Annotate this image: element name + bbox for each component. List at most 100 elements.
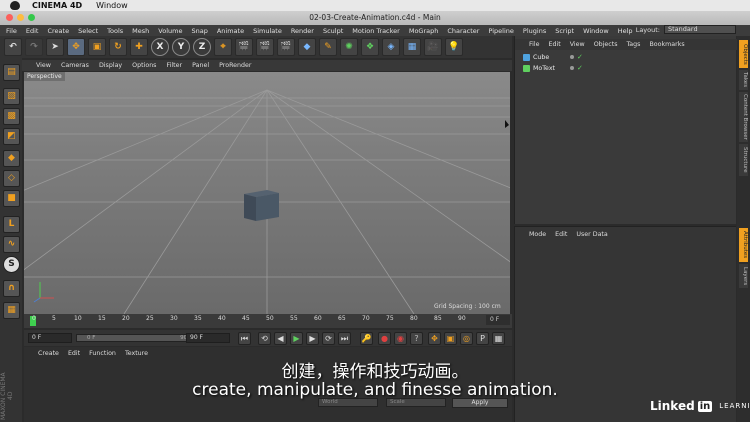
render-region-icon[interactable]: 🎬 bbox=[235, 38, 253, 56]
camera-icon[interactable]: 🎥 bbox=[424, 38, 442, 56]
record-icon[interactable]: ● bbox=[378, 332, 391, 345]
light-icon[interactable]: 💡 bbox=[445, 38, 463, 56]
om-menu-tags[interactable]: Tags bbox=[627, 41, 641, 48]
workplane-mode-icon[interactable]: ◩ bbox=[3, 128, 20, 145]
start-frame-field[interactable]: 0 F bbox=[28, 333, 72, 343]
am-menu-user-data[interactable]: User Data bbox=[576, 231, 607, 238]
keyframe-key-icon[interactable]: 🔑 bbox=[360, 332, 373, 345]
redo-icon[interactable]: ↷ bbox=[25, 38, 43, 56]
close-window-button[interactable] bbox=[6, 14, 13, 21]
y-axis-lock-button[interactable]: Y bbox=[172, 38, 190, 56]
points-mode-icon[interactable]: ◆ bbox=[3, 150, 20, 167]
rotate-tool-icon[interactable]: ↻ bbox=[109, 38, 127, 56]
make-editable-icon[interactable]: ▤ bbox=[3, 64, 20, 81]
menu-mograph[interactable]: MoGraph bbox=[409, 27, 439, 35]
go-to-end-icon[interactable]: ⏭ bbox=[338, 332, 351, 345]
vp-menu-panel[interactable]: Panel bbox=[192, 62, 209, 69]
scale-key-icon[interactable]: ▣ bbox=[444, 332, 457, 345]
menu-simulate[interactable]: Simulate bbox=[253, 27, 282, 35]
mat-menu-function[interactable]: Function bbox=[89, 350, 116, 357]
object-row-motext[interactable]: MoText ✓ bbox=[523, 63, 583, 73]
cube-primitive-icon[interactable]: ◆ bbox=[298, 38, 316, 56]
z-axis-lock-button[interactable]: Z bbox=[193, 38, 211, 56]
am-menu-edit[interactable]: Edit bbox=[555, 231, 567, 238]
menu-animate[interactable]: Animate bbox=[217, 27, 244, 35]
lock-icon[interactable]: ▦ bbox=[3, 302, 20, 319]
render-settings-icon[interactable]: 🎬 bbox=[277, 38, 295, 56]
step-forward-icon[interactable]: ▶ bbox=[306, 332, 319, 345]
menu-mesh[interactable]: Mesh bbox=[132, 27, 149, 35]
play-icon[interactable]: ▶ bbox=[290, 332, 303, 345]
menu-tools[interactable]: Tools bbox=[107, 27, 123, 35]
magnet-icon[interactable]: ∩ bbox=[3, 280, 20, 297]
om-menu-file[interactable]: File bbox=[529, 41, 540, 48]
go-to-start-icon[interactable]: ⏮ bbox=[238, 332, 251, 345]
end-frame-field[interactable]: 90 F bbox=[186, 333, 230, 343]
x-axis-lock-button[interactable]: X bbox=[151, 38, 169, 56]
spline-pen-icon[interactable]: ✎ bbox=[319, 38, 337, 56]
perspective-viewport[interactable] bbox=[24, 72, 510, 314]
deformer-icon[interactable]: ◈ bbox=[382, 38, 400, 56]
coordinate-system-icon[interactable]: ⌖ bbox=[214, 38, 232, 56]
menu-character[interactable]: Character bbox=[447, 27, 479, 35]
tab-takes[interactable]: Takes bbox=[739, 70, 748, 90]
menu-pipeline[interactable]: Pipeline bbox=[488, 27, 513, 35]
step-back-icon[interactable]: ◀ bbox=[274, 332, 287, 345]
previous-key-icon[interactable]: ⟲ bbox=[258, 332, 271, 345]
vp-menu-view[interactable]: View bbox=[36, 62, 51, 69]
current-frame-field[interactable]: 0 F bbox=[486, 315, 510, 325]
menu-plugins[interactable]: Plugins bbox=[523, 27, 546, 35]
apple-icon[interactable] bbox=[10, 1, 20, 10]
enabled-check-icon[interactable]: ✓ bbox=[577, 64, 583, 72]
om-menu-bookmarks[interactable]: Bookmarks bbox=[649, 41, 684, 48]
menu-snap[interactable]: Snap bbox=[191, 27, 207, 35]
vp-menu-filter[interactable]: Filter bbox=[166, 62, 182, 69]
tab-structure[interactable]: Structure bbox=[739, 144, 748, 176]
parameter-key-icon[interactable]: P bbox=[476, 332, 489, 345]
menu-window[interactable]: Window bbox=[583, 27, 609, 35]
app-name[interactable]: CINEMA 4D bbox=[32, 1, 82, 10]
autokey-icon[interactable]: ◉ bbox=[394, 332, 407, 345]
menu-volume[interactable]: Volume bbox=[158, 27, 182, 35]
timeline-ruler[interactable]: 0 5 10 15 20 25 30 35 40 45 50 55 60 65 … bbox=[24, 314, 512, 328]
tab-objects[interactable]: Objects bbox=[739, 40, 748, 68]
enabled-check-icon[interactable]: ✓ bbox=[577, 53, 583, 61]
next-key-icon[interactable]: ⟳ bbox=[322, 332, 335, 345]
rotation-key-icon[interactable]: ◎ bbox=[460, 332, 473, 345]
layer-dot-icon[interactable] bbox=[570, 66, 574, 70]
frame-range-slider[interactable]: 0 F 90 F bbox=[76, 334, 196, 342]
layout-dropdown[interactable]: Standard bbox=[664, 25, 736, 34]
am-menu-mode[interactable]: Mode bbox=[529, 231, 546, 238]
mograph-cloner-icon[interactable]: ❖ bbox=[361, 38, 379, 56]
texture-mode-icon[interactable]: ▩ bbox=[3, 108, 20, 125]
mat-menu-texture[interactable]: Texture bbox=[125, 350, 148, 357]
snap-icon[interactable]: S bbox=[3, 256, 20, 273]
menu-script[interactable]: Script bbox=[555, 27, 574, 35]
minimize-window-button[interactable] bbox=[17, 14, 24, 21]
menu-select[interactable]: Select bbox=[78, 27, 98, 35]
menu-create[interactable]: Create bbox=[47, 27, 69, 35]
edges-mode-icon[interactable]: ◇ bbox=[3, 170, 20, 187]
move-tool-icon[interactable]: ✥ bbox=[67, 38, 85, 56]
vp-menu-display[interactable]: Display bbox=[99, 62, 122, 69]
tab-attributes[interactable]: Attributes bbox=[739, 228, 748, 262]
om-menu-objects[interactable]: Objects bbox=[594, 41, 618, 48]
mat-menu-edit[interactable]: Edit bbox=[68, 350, 80, 357]
position-key-icon[interactable]: ✥ bbox=[428, 332, 441, 345]
tweak-mode-icon[interactable]: ∿ bbox=[3, 236, 20, 253]
model-mode-icon[interactable]: ▧ bbox=[3, 88, 20, 105]
menu-motion-tracker[interactable]: Motion Tracker bbox=[352, 27, 400, 35]
object-row-cube[interactable]: Cube ✓ bbox=[523, 52, 583, 62]
menu-edit[interactable]: Edit bbox=[26, 27, 39, 35]
select-cursor-icon[interactable]: ➤ bbox=[46, 38, 64, 56]
layer-dot-icon[interactable] bbox=[570, 55, 574, 59]
vp-menu-options[interactable]: Options bbox=[132, 62, 156, 69]
render-view-icon[interactable]: 🎬 bbox=[256, 38, 274, 56]
menu-help[interactable]: Help bbox=[618, 27, 633, 35]
polygons-mode-icon[interactable]: ■ bbox=[3, 190, 20, 207]
mac-menu-window[interactable]: Window bbox=[96, 1, 128, 10]
menu-file[interactable]: File bbox=[6, 27, 17, 35]
vp-menu-cameras[interactable]: Cameras bbox=[61, 62, 89, 69]
menu-render[interactable]: Render bbox=[291, 27, 314, 35]
vp-menu-prorender[interactable]: ProRender bbox=[219, 62, 251, 69]
